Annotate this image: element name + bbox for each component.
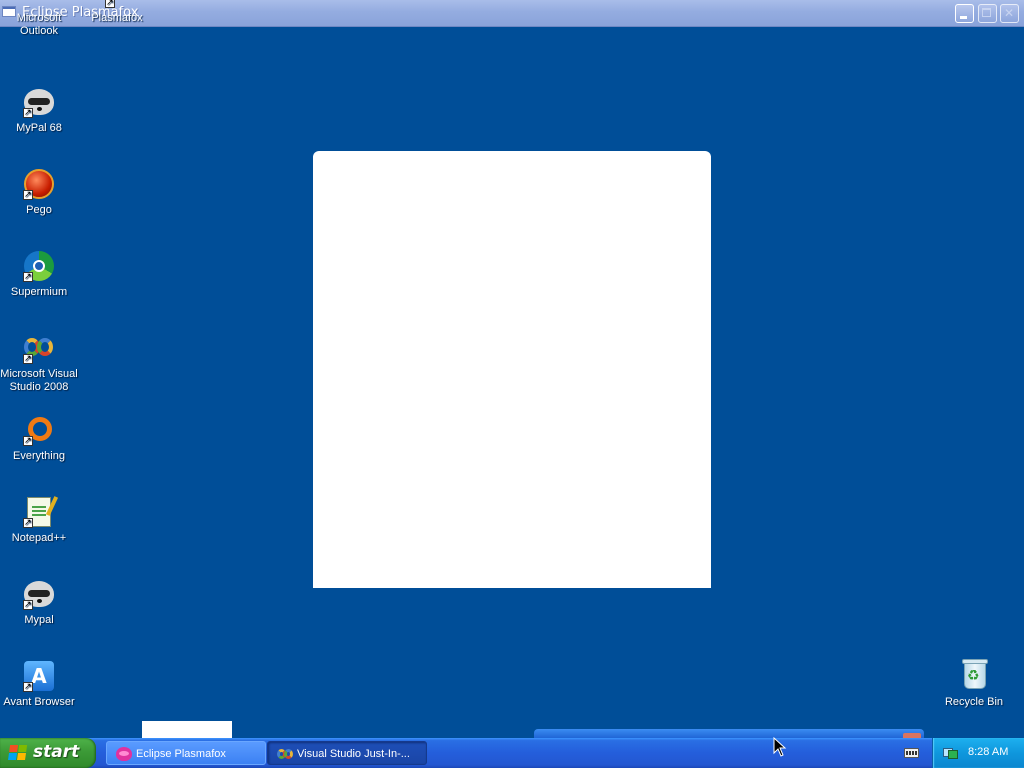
taskbar-button-visual-studio-jit[interactable]: Visual Studio Just-In-... xyxy=(267,741,427,765)
shortcut-arrow-icon xyxy=(105,0,115,8)
offscreen-window-fragment xyxy=(142,721,232,738)
desktop-icon-recycle-bin[interactable]: Recycle Bin xyxy=(935,659,1013,709)
mouse-cursor-icon xyxy=(773,737,787,757)
desktop-icon-label: Notepad++ xyxy=(11,532,67,544)
maximize-icon xyxy=(982,8,991,17)
desktop-icon-label: Plasmafox xyxy=(91,12,143,24)
raccoon-icon xyxy=(23,86,55,118)
keyboard-icon[interactable] xyxy=(904,748,919,758)
desktop-icon-notepad-plus-plus[interactable]: Notepad++ xyxy=(0,496,78,545)
shortcut-arrow-icon xyxy=(23,352,33,364)
taskbar-button-label: Eclipse Plasmafox xyxy=(136,748,226,760)
close-icon: ✕ xyxy=(1004,6,1015,20)
shortcut-arrow-icon xyxy=(23,270,33,282)
everything-icon xyxy=(23,414,55,446)
desktop-icon-plasmafox[interactable]: Plasmafox xyxy=(78,0,156,25)
plasmafox-icon xyxy=(116,747,132,761)
desktop-icon-label: Mypal xyxy=(24,614,54,626)
windows-logo-icon xyxy=(8,745,28,761)
shortcut-arrow-icon xyxy=(23,516,33,528)
close-button[interactable]: ✕ xyxy=(1000,4,1019,23)
shortcut-arrow-icon xyxy=(23,598,33,610)
desktop-icon-label: Supermium xyxy=(10,286,68,298)
desktop-icon-label: Everything xyxy=(13,450,65,462)
desktop-icon-label: Microsoft Visual Studio 2008 xyxy=(0,368,78,393)
visual-studio-icon xyxy=(23,332,55,364)
system-tray: 8:28 AM xyxy=(932,738,1024,768)
network-icon[interactable] xyxy=(943,746,958,759)
shortcut-arrow-icon xyxy=(23,188,33,200)
desktop-icon-pego[interactable]: Pego xyxy=(0,168,78,217)
avant-icon xyxy=(23,660,55,692)
desktop-icon-everything[interactable]: Everything xyxy=(0,414,78,463)
plasmafox-icon xyxy=(101,0,133,8)
desktop-icon-microsoft-outlook[interactable]: Microsoft Outlook xyxy=(0,0,78,38)
desktop-icon-label: Avant Browser xyxy=(3,696,75,708)
supermium-icon xyxy=(23,250,55,282)
raccoon-icon xyxy=(23,578,55,610)
desktop-icon-mypal-68[interactable]: MyPal 68 xyxy=(0,86,78,135)
desktop-icon-visual-studio-2008[interactable]: Microsoft Visual Studio 2008 xyxy=(0,332,78,394)
outlook-icon xyxy=(23,0,55,8)
visual-studio-icon xyxy=(277,747,293,761)
desktop-icon-label: Microsoft Outlook xyxy=(16,12,62,37)
desktop-icon-mypal[interactable]: Mypal xyxy=(0,578,78,627)
offscreen-window-titlebar-fragment xyxy=(534,729,924,738)
desktop-icon-supermium[interactable]: Supermium xyxy=(0,250,78,299)
minimize-icon xyxy=(960,16,967,19)
recycle-bin-icon xyxy=(958,659,990,692)
minimize-button[interactable] xyxy=(955,4,974,23)
taskbar-button-eclipse-plasmafox[interactable]: Eclipse Plasmafox xyxy=(106,741,266,765)
taskbar: start Eclipse Plasmafox Visual Studio Ju… xyxy=(0,738,1024,768)
notepad-icon xyxy=(23,496,55,528)
pego-icon xyxy=(23,168,55,200)
desktop-icon-label: MyPal 68 xyxy=(16,122,62,134)
blank-window-content[interactable] xyxy=(313,151,711,588)
desktop-icon-label: Pego xyxy=(26,204,52,216)
taskbar-button-label: Visual Studio Just-In-... xyxy=(297,748,410,760)
clock[interactable]: 8:28 AM xyxy=(968,746,1008,758)
maximize-button[interactable] xyxy=(978,4,997,23)
start-button[interactable]: start xyxy=(0,738,96,768)
desktop-icon-label: Recycle Bin xyxy=(944,696,1004,708)
shortcut-arrow-icon xyxy=(23,106,33,118)
shortcut-arrow-icon xyxy=(23,434,33,446)
shortcut-arrow-icon xyxy=(23,680,33,692)
desktop-icon-avant-browser[interactable]: Avant Browser xyxy=(0,660,78,709)
start-label: start xyxy=(33,742,80,762)
